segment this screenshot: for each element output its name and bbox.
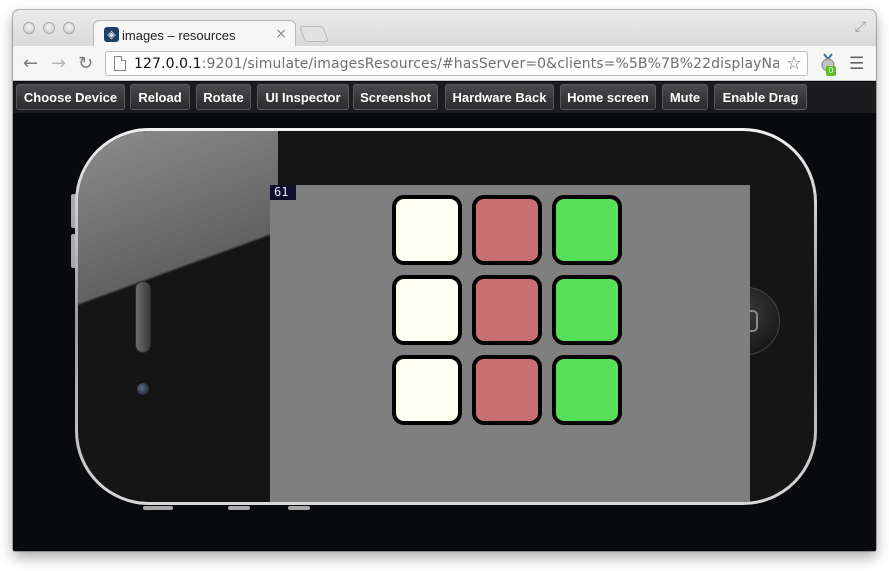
side-button <box>228 506 250 510</box>
bookmark-star-icon[interactable]: ☆ <box>786 53 802 74</box>
extension-badge: 0 <box>826 66 836 76</box>
image-tile <box>552 275 622 345</box>
reload-icon[interactable]: ↻ <box>78 53 93 74</box>
tab-close-icon[interactable]: × <box>275 26 287 42</box>
image-tile <box>392 275 462 345</box>
browser-window: ◈ images – resources × ⤢ ← → ↻ 127.0.0.1… <box>13 10 876 551</box>
earpiece-speaker <box>135 281 151 353</box>
image-tile <box>552 195 622 265</box>
iphone-body: 61 <box>78 131 814 502</box>
ui-inspector-button[interactable]: UI Inspector <box>257 84 349 110</box>
minimize-window-button[interactable] <box>43 22 55 34</box>
address-bar[interactable]: 127.0.0.1:9201/simulate/imagesResources/… <box>105 51 808 76</box>
fps-counter: 61 <box>270 185 296 200</box>
image-tile <box>472 195 542 265</box>
forward-arrow-icon[interactable]: → <box>51 53 66 74</box>
device-screen[interactable]: 61 <box>270 185 750 502</box>
page-icon <box>114 56 126 71</box>
favicon-icon: ◈ <box>104 27 119 42</box>
fullscreen-icon[interactable]: ⤢ <box>855 19 866 35</box>
home-screen-button[interactable]: Home screen <box>560 84 656 110</box>
image-tile <box>392 355 462 425</box>
back-arrow-icon[interactable]: ← <box>23 53 38 74</box>
glass-reflection <box>78 131 278 371</box>
zoom-window-button[interactable] <box>63 22 75 34</box>
side-button <box>288 506 310 510</box>
choose-device-button[interactable]: Choose Device <box>16 84 125 110</box>
simulator-toolbar: Choose Device Reload Rotate UI Inspector… <box>13 82 876 113</box>
image-tile <box>472 355 542 425</box>
front-camera <box>137 383 149 395</box>
url-text[interactable]: 127.0.0.1:9201/simulate/imagesResources/… <box>134 56 779 72</box>
new-tab-button[interactable] <box>299 26 329 42</box>
mute-button[interactable]: Mute <box>662 84 708 110</box>
browser-toolbar: ← → ↻ 127.0.0.1:9201/simulate/imagesReso… <box>13 46 876 81</box>
image-tile <box>472 275 542 345</box>
tab-active[interactable]: ◈ images – resources × <box>93 20 296 47</box>
reload-button[interactable]: Reload <box>130 84 190 110</box>
close-window-button[interactable] <box>23 22 35 34</box>
device-stage: 61 <box>13 114 876 551</box>
mute-switch <box>143 506 173 510</box>
tab-strip: ◈ images – resources × ⤢ <box>13 10 876 47</box>
enable-drag-button[interactable]: Enable Drag <box>714 84 807 110</box>
image-tile <box>552 355 622 425</box>
hamburger-menu-icon[interactable]: ☰ <box>849 54 864 74</box>
iphone-frame: 61 <box>75 128 817 505</box>
tab-title: images – resources <box>122 28 236 43</box>
rotate-button[interactable]: Rotate <box>196 84 251 110</box>
screenshot-button[interactable]: Screenshot <box>353 84 438 110</box>
image-tile <box>392 195 462 265</box>
hardware-back-button[interactable]: Hardware Back <box>445 84 554 110</box>
